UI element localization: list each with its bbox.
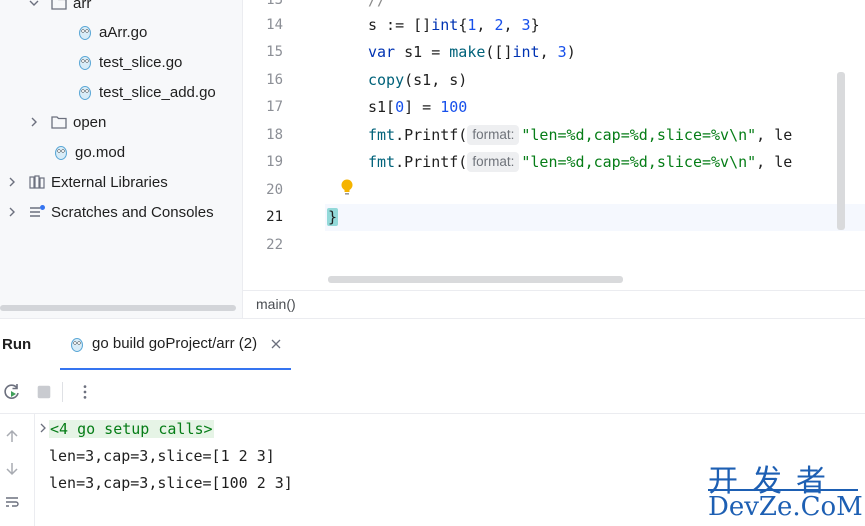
gopher-file-icon — [76, 83, 94, 101]
line-number-current: 21 — [266, 209, 283, 225]
tree-item-aArr-go[interactable]: aArr.go — [76, 17, 147, 47]
code-line-21: } — [325, 204, 865, 231]
go-mod-file-icon — [52, 143, 70, 161]
tree-item-scratches[interactable]: Scratches and Consoles — [6, 197, 214, 227]
soft-wrap-icon — [6, 497, 19, 507]
tree-item-label: arr — [73, 0, 92, 12]
tree-item-label: aArr.go — [99, 23, 148, 41]
tree-item-label: open — [73, 113, 107, 131]
tree-item-label: External Libraries — [51, 173, 168, 191]
code-line-14: s := []int{1, 2, 3} — [368, 16, 540, 34]
code-line-16: copy(s1, s) — [368, 71, 468, 89]
line-number: 17 — [266, 99, 283, 115]
more-options-button[interactable] — [74, 381, 96, 403]
watermark-divider — [708, 489, 858, 491]
watermark-en-text: DevZe.CoM — [708, 492, 863, 522]
more-vertical-icon — [83, 385, 87, 399]
chevron-down-icon[interactable] — [28, 0, 40, 9]
code-line-19: fmt.Printf(format: "len=%d,cap=%d,slice=%… — [368, 152, 793, 172]
stop-icon — [37, 385, 51, 399]
chevron-right-icon[interactable] — [6, 176, 18, 188]
rerun-icon — [4, 384, 19, 399]
editor-horizontal-scrollbar[interactable] — [328, 276, 623, 283]
code-line-15: var s1 = make([]int, 3) — [368, 43, 576, 61]
line-number: 16 — [266, 72, 283, 88]
gopher-run-icon — [68, 335, 86, 353]
code-line-18: fmt.Printf(format: "len=%d,cap=%d,slice=%… — [368, 125, 793, 145]
breadcrumb-function[interactable]: main() — [256, 296, 296, 312]
close-icon[interactable] — [269, 337, 283, 351]
console-output-line: len=3,cap=3,slice=[100 2 3] — [49, 474, 293, 492]
arrow-up-icon — [6, 429, 18, 442]
tree-item-label: test_slice.go — [99, 53, 183, 71]
breadcrumb-bar: main() — [243, 290, 865, 318]
run-config-tab[interactable]: go build goProject/arr (2) — [60, 319, 292, 371]
tree-item-label: Scratches and Consoles — [51, 203, 214, 221]
chevron-right-icon[interactable] — [6, 206, 18, 218]
setup-calls-fold[interactable]: <4 go setup calls> — [49, 420, 214, 438]
line-number-gutter: 13 14 15 16 17 18 19 20 21 22 — [243, 0, 325, 290]
watermark-logo: 开发者 DevZe.CoM — [708, 456, 863, 522]
library-icon — [28, 173, 46, 191]
tree-item-test-slice-add-go[interactable]: test_slice_add.go — [76, 77, 216, 107]
matched-brace: } — [327, 208, 339, 226]
arrow-down-icon — [6, 463, 18, 476]
run-toolbar — [0, 370, 865, 414]
console-side-toolbar — [0, 414, 34, 526]
console-setup-calls-line[interactable]: <4 go setup calls> — [49, 419, 214, 439]
code-area[interactable]: // s := []int{1, 2, 3} var s1 = make([]i… — [325, 0, 865, 290]
scroll-up-button[interactable] — [2, 426, 22, 446]
tree-item-label: test_slice_add.go — [99, 83, 216, 101]
run-panel-title: Run — [2, 336, 32, 353]
line-number: 18 — [266, 127, 283, 143]
tree-item-label: go.mod — [75, 143, 126, 161]
tree-item-external-libraries[interactable]: External Libraries — [6, 167, 168, 197]
tree-item-open[interactable]: open — [28, 107, 106, 137]
folder-icon — [50, 0, 68, 12]
code-editor[interactable]: 13 14 15 16 17 18 19 20 21 22 // s := []… — [242, 0, 865, 318]
line-number: 19 — [266, 154, 283, 170]
gopher-file-icon — [76, 53, 94, 71]
console-output-line: len=3,cap=3,slice=[1 2 3] — [49, 447, 275, 465]
folder-icon — [50, 113, 68, 131]
project-tree: arr aArr.go test_slice.go test_slice_add… — [0, 0, 242, 318]
tree-item-test-slice-go[interactable]: test_slice.go — [76, 47, 182, 77]
stop-button[interactable] — [33, 381, 55, 403]
tree-item-go-mod[interactable]: go.mod — [52, 137, 125, 167]
line-number: 22 — [266, 237, 283, 253]
parameter-hint: format: — [467, 152, 520, 172]
run-panel-header: Run go build goProject/arr (2) — [0, 318, 865, 371]
tree-horizontal-scrollbar[interactable] — [0, 305, 236, 311]
rerun-button[interactable] — [1, 381, 23, 403]
run-tab-label: go build goProject/arr (2) — [92, 335, 258, 352]
chevron-right-icon[interactable] — [38, 423, 48, 433]
editor-vertical-scrollbar[interactable] — [837, 72, 845, 230]
parameter-hint: format: — [467, 125, 520, 145]
toolbar-separator — [62, 382, 63, 402]
code-line-17: s1[0] = 100 — [368, 98, 468, 116]
line-number: 20 — [266, 182, 283, 198]
line-number: 15 — [266, 44, 283, 60]
chevron-right-icon[interactable] — [28, 116, 40, 128]
line-number: 14 — [266, 17, 283, 33]
gopher-file-icon — [76, 23, 94, 41]
soft-wrap-button[interactable] — [2, 492, 22, 512]
scratches-icon — [28, 203, 46, 221]
scroll-down-button[interactable] — [2, 459, 22, 479]
tree-item-arr[interactable]: arr — [28, 0, 91, 18]
